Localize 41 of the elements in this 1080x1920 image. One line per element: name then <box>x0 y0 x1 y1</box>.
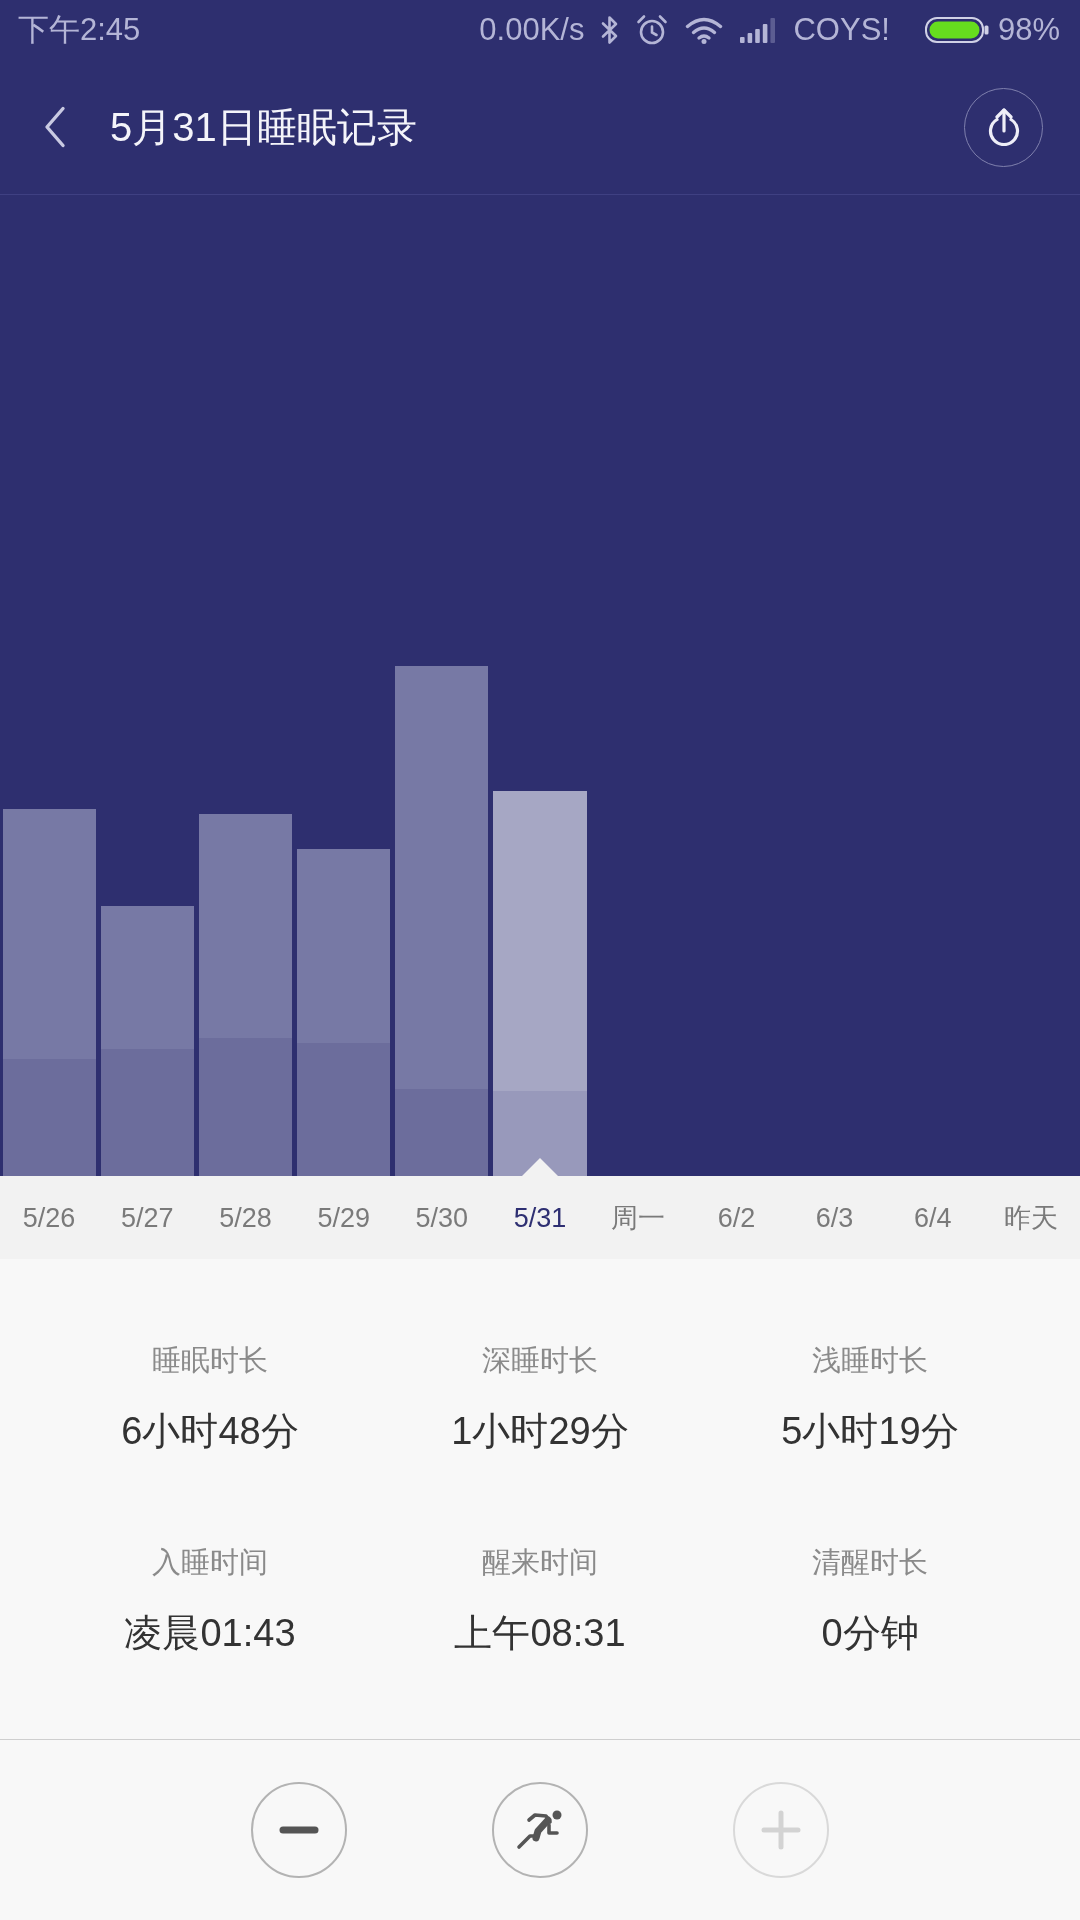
carrier-name: COYS! <box>793 12 890 48</box>
stat-label: 入睡时间 <box>152 1545 268 1580</box>
date-tab[interactable]: 6/2 <box>687 1200 786 1235</box>
status-time: 下午2:45 <box>18 12 141 48</box>
stat-label: 浅睡时长 <box>812 1343 928 1378</box>
minus-icon <box>279 1826 319 1834</box>
stat-value: 0分钟 <box>821 1611 919 1655</box>
date-tab[interactable]: 周一 <box>589 1200 688 1235</box>
stat-label: 醒来时间 <box>482 1545 598 1580</box>
bluetooth-icon <box>601 15 620 45</box>
stat-value: 6小时48分 <box>121 1409 299 1453</box>
battery-percent: 98% <box>997 12 1060 48</box>
date-tab[interactable]: 5/27 <box>98 1200 197 1235</box>
date-tab[interactable]: 5/30 <box>392 1200 491 1235</box>
page-title: 5月31日睡眠记录 <box>110 104 418 151</box>
signal-icon <box>740 17 777 43</box>
stat-value: 凌晨01:43 <box>124 1611 296 1655</box>
network-speed: 0.00K/s <box>479 12 585 48</box>
date-tab[interactable]: 5/28 <box>196 1200 295 1235</box>
battery-icon <box>924 17 989 43</box>
date-tab[interactable]: 5/26 <box>0 1200 99 1235</box>
date-tab[interactable]: 昨天 <box>981 1200 1080 1235</box>
stat-label: 清醒时长 <box>812 1545 928 1580</box>
runner-icon <box>516 1809 564 1851</box>
stat-value: 1小时29分 <box>451 1409 629 1453</box>
stat-value: 5小时19分 <box>781 1409 959 1453</box>
plus-icon <box>761 1810 801 1850</box>
date-tab[interactable]: 6/3 <box>785 1200 884 1235</box>
runner-button[interactable] <box>492 1782 588 1878</box>
date-tab[interactable]: 5/31 <box>490 1200 590 1235</box>
alarm-clock-icon <box>636 14 669 46</box>
back-button[interactable] <box>44 106 66 148</box>
upload-icon <box>987 108 1020 146</box>
date-tab[interactable]: 5/29 <box>294 1200 393 1235</box>
date-tab[interactable]: 6/4 <box>883 1200 982 1235</box>
stat-label: 睡眠时长 <box>152 1343 268 1378</box>
stat-value: 上午08:31 <box>454 1611 626 1655</box>
wifi-icon <box>685 16 724 44</box>
chevron-left-icon <box>44 106 66 148</box>
minus-button[interactable] <box>251 1782 347 1878</box>
stat-label: 深睡时长 <box>482 1343 598 1378</box>
